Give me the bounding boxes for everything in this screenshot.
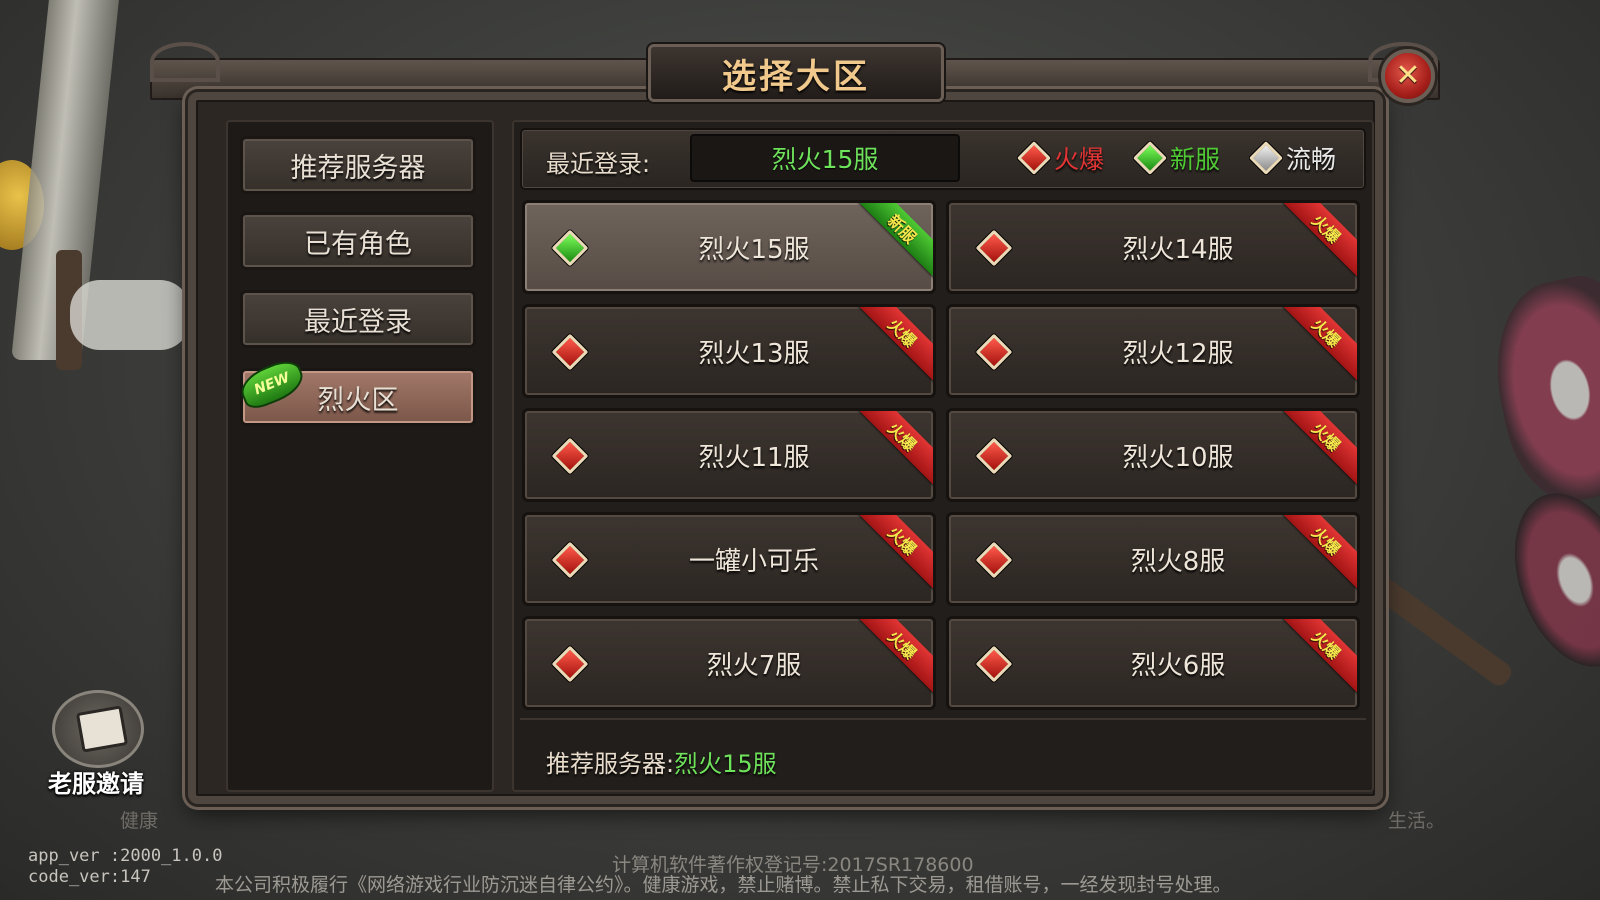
- nav-existing-characters[interactable]: 已有角色: [240, 212, 476, 270]
- red-diamond-icon: [975, 333, 1013, 371]
- server-name: 烈火14服: [1122, 234, 1234, 265]
- background-arm: [70, 280, 190, 350]
- server-name: 烈火8服: [1130, 546, 1226, 577]
- red-diamond-icon: [551, 645, 589, 683]
- envelope-icon[interactable]: [52, 690, 144, 768]
- close-icon: ✕: [1395, 58, 1421, 93]
- divider: [520, 718, 1366, 720]
- green-diamond-icon: [1133, 141, 1167, 175]
- dialog-title-plate: 选择大区: [648, 44, 944, 102]
- server-card[interactable]: 烈火10服 火爆: [946, 408, 1360, 502]
- server-card[interactable]: 烈火6服 火爆: [946, 616, 1360, 710]
- health-notice-fragment: 健康: [120, 810, 159, 832]
- health-notice-fragment-right: 生活。: [1388, 810, 1446, 832]
- server-card[interactable]: 烈火11服 火爆: [522, 408, 936, 502]
- server-name: 烈火13服: [698, 338, 810, 369]
- red-diamond-icon: [975, 437, 1013, 475]
- nav-label: 已有角色: [304, 228, 412, 260]
- nav-label: 烈火区: [317, 384, 399, 416]
- red-diamond-icon: [551, 333, 589, 371]
- server-name: 烈火10服: [1122, 442, 1234, 473]
- new-badge-label: NEW: [251, 369, 293, 399]
- nav-recent-login[interactable]: 最近登录: [240, 290, 476, 348]
- recommended-server: 推荐服务器:烈火15服: [546, 744, 777, 779]
- server-card[interactable]: 烈火12服 火爆: [946, 304, 1360, 398]
- red-diamond-icon: [975, 541, 1013, 579]
- server-name: 烈火7服: [706, 650, 802, 681]
- red-diamond-icon: [551, 541, 589, 579]
- green-diamond-icon: [551, 229, 589, 267]
- app-version: app_ver :2000_1.0.0: [28, 846, 223, 866]
- close-button[interactable]: ✕: [1381, 49, 1435, 103]
- recent-login-label: 最近登录:: [546, 150, 651, 178]
- server-name: 一罐小可乐: [688, 546, 819, 577]
- server-name: 烈火12服: [1122, 338, 1234, 369]
- server-card[interactable]: 烈火7服 火爆: [522, 616, 936, 710]
- red-diamond-icon: [975, 229, 1013, 267]
- legend-smooth: 流畅: [1249, 140, 1337, 176]
- server-card[interactable]: 烈火14服 火爆: [946, 200, 1360, 294]
- server-name: 烈火15服: [698, 234, 810, 265]
- red-diamond-icon: [551, 437, 589, 475]
- server-name: 烈火11服: [698, 442, 810, 473]
- legend-hot: 火爆: [1017, 140, 1105, 176]
- nav-label: 推荐服务器: [290, 152, 426, 184]
- frame-ornament-left: [150, 42, 220, 82]
- server-card[interactable]: 烈火13服 火爆: [522, 304, 936, 398]
- legend-hot-label: 火爆: [1054, 145, 1105, 174]
- code-version: code_ver:147: [28, 867, 151, 887]
- legend-smooth-label: 流畅: [1286, 145, 1337, 174]
- red-diamond-icon: [1017, 141, 1051, 175]
- legend-new-label: 新服: [1170, 145, 1221, 174]
- dialog-title: 选择大区: [722, 56, 870, 97]
- old-server-invite-label[interactable]: 老服邀请: [48, 764, 144, 799]
- background-mask: [1478, 267, 1600, 513]
- recent-login-value: 烈火15服: [771, 145, 879, 174]
- recommended-server-value[interactable]: 烈火15服: [674, 750, 777, 778]
- gray-diamond-icon: [1249, 141, 1283, 175]
- red-diamond-icon: [975, 645, 1013, 683]
- anti-addiction-notice: 本公司积极履行《网络游戏行业防沉迷自律公约》。健康游戏，禁止赌博。禁止私下交易，…: [215, 874, 1232, 896]
- background-mask-2: [1492, 476, 1600, 684]
- nav-label: 最近登录: [304, 306, 412, 338]
- server-card[interactable]: 一罐小可乐 火爆: [522, 512, 936, 606]
- server-card[interactable]: 烈火8服 火爆: [946, 512, 1360, 606]
- legend-new: 新服: [1133, 140, 1221, 176]
- server-card[interactable]: 烈火15服 新服: [522, 200, 936, 294]
- nav-recommended-servers[interactable]: 推荐服务器: [240, 136, 476, 194]
- recommended-server-label: 推荐服务器:: [546, 750, 675, 778]
- server-name: 烈火6服: [1130, 650, 1226, 681]
- recent-login-server[interactable]: 烈火15服: [690, 134, 960, 182]
